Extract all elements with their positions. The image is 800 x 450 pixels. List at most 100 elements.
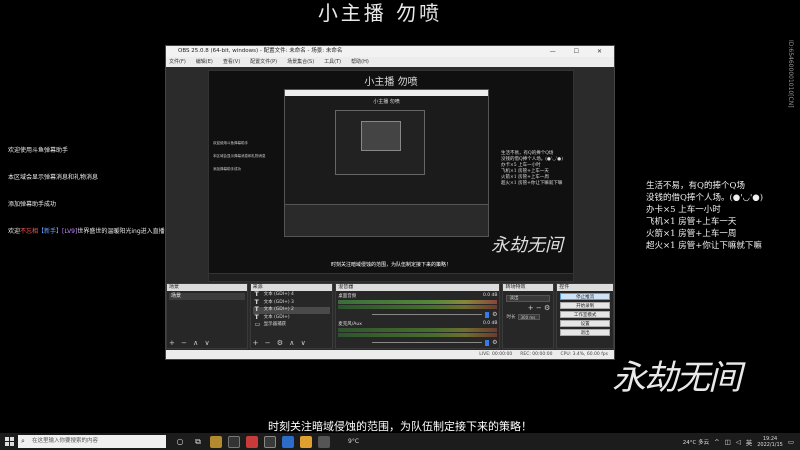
exit-button[interactable]: 退出 (560, 329, 610, 336)
preview-rules: 生活不易，有Q的捧个Q场 没钱的借Q捧个人场。(●'◡'●) 办卡×5 上车一小… (501, 151, 563, 187)
rule-line: 飞机×1 房管+上车一天 (646, 217, 737, 227)
language-indicator[interactable]: 英 (746, 437, 753, 447)
menu-edit[interactable]: 编辑(E) (196, 57, 213, 67)
chat-username: 不忘相 (20, 228, 39, 235)
speaker-icon[interactable] (485, 311, 490, 318)
system-tray: 24°C 多云 ^ ◫ ◁ 英 19:24 2022/1/15 ▭ (683, 436, 800, 448)
app-icon[interactable] (264, 435, 276, 448)
rule-line: 火箭×1 房管+上车一周 (646, 229, 737, 239)
track-db: 0.0 dB (482, 293, 498, 298)
mixer-dock: 混音器 桌面音频 0.0 dB ⚙ 麦克风/Aux 0.0 dB ⚙ (335, 283, 501, 349)
gear-icon[interactable]: ⚙ (492, 311, 497, 318)
volume-meter (338, 300, 498, 304)
source-label: 文本 (GDI+) (263, 314, 290, 320)
live-timer: LIVE: 00:00:00 (479, 352, 513, 357)
obs-docks: 场景 场景 + − ∧ ∨ 来源 T 文本 (GDI+) 4 T 文本 (GDI+)… (166, 283, 614, 349)
sources-dock: 来源 T 文本 (GDI+) 4 T 文本 (GDI+) 3 T 文本 (GDI+) … (249, 283, 334, 349)
menu-file[interactable]: 文件(F) (169, 57, 186, 67)
preview-taskbar (209, 273, 573, 281)
search-placeholder: 在这里输入你要搜索的内容 (32, 438, 99, 444)
scenes-toolbar[interactable]: + − ∧ ∨ (169, 339, 212, 347)
scene-item[interactable]: 场景 (169, 293, 245, 300)
preview-subtitle: 时刻关注暗域侵蚀的范围，为队伍制定接下来的策略！ (330, 262, 451, 268)
source-item[interactable]: ▭ 显示器捕获 (253, 321, 331, 329)
app-icon[interactable] (246, 435, 258, 448)
track-name: 麦克风/Aux (338, 322, 362, 327)
window-controls[interactable]: — ☐ ✕ (550, 46, 610, 57)
source-item[interactable]: T 文本 (GDI+) (253, 314, 331, 322)
taskbar-weather[interactable]: 9°C (348, 438, 359, 445)
menu-view[interactable]: 查看(V) (223, 57, 240, 67)
menu-scene-collection[interactable]: 场景集合(S) (287, 57, 314, 67)
volume-meter (338, 328, 498, 332)
tray-weather[interactable]: 24°C 多云 (683, 438, 709, 446)
volume-slider[interactable] (372, 314, 483, 315)
preview-game-logo: 永劫无间 (491, 235, 563, 256)
taskbar-clock[interactable]: 19:24 2022/1/15 (757, 436, 783, 448)
obs-app-icon[interactable] (228, 435, 240, 448)
app-icon[interactable] (282, 435, 294, 448)
app-icon[interactable] (210, 435, 222, 448)
start-recording-button[interactable]: 开始录制 (560, 302, 610, 309)
menu-profile[interactable]: 配置文件(P) (250, 57, 277, 67)
transition-select[interactable]: 淡出 (506, 295, 551, 302)
app-icon[interactable] (300, 435, 312, 448)
menu-tools[interactable]: 工具(T) (324, 57, 341, 67)
danmaku-chat: 欢迎使用斗鱼弹幕助手 本区域会显示弹幕消息和礼物消息 添加弹幕助手成功 欢迎不忘… (8, 145, 171, 253)
mixer-header: 混音器 (336, 284, 500, 291)
chat-welcome-text: 欢迎 (8, 228, 21, 235)
volume-slider[interactable] (372, 342, 483, 343)
chat-message: 添加弹幕助手成功 (8, 201, 57, 208)
sources-toolbar[interactable]: + − ⚙ ∧ ∨ (253, 339, 308, 347)
source-item[interactable]: T 文本 (GDI+) 3 (253, 299, 331, 307)
volume-icon[interactable]: ◁ (736, 438, 741, 446)
text-source-icon: T (254, 291, 259, 298)
stop-streaming-button[interactable]: 停止推流 (560, 293, 610, 300)
stream-rules: 生活不易，有Q的捧个Q场 没钱的借Q捧个人场。(●'◡'●) 办卡×5 上车一小… (646, 180, 800, 252)
menu-help[interactable]: 帮助(H) (351, 57, 369, 67)
chat-badge: 【新手】 (38, 228, 63, 235)
gear-icon[interactable]: ⚙ (492, 339, 497, 346)
cpu-fps: CPU: 3.4%, 60.00 fps (560, 352, 609, 357)
transition-toolbar[interactable]: + − ⚙ (506, 304, 550, 312)
monitor-capture-icon: ▭ (254, 321, 261, 328)
obs-menubar: 文件(F) 编辑(E) 查看(V) 配置文件(P) 场景集合(S) 工具(T) … (166, 57, 614, 67)
preview-rule-line: 超火×1 房管+你让下嘛就下嘛 (501, 181, 563, 186)
task-view-icon[interactable]: ⧉ (192, 436, 204, 448)
sources-header: 来源 (250, 284, 333, 291)
windows-logo-icon (4, 437, 14, 446)
source-item[interactable]: T 文本 (GDI+) 2 (252, 306, 331, 314)
chevron-up-icon[interactable]: ^ (714, 438, 719, 446)
controls-dock: 控件 停止推流 开始录制 工作室模式 设置 退出 (556, 283, 614, 349)
network-icon[interactable]: ◫ (725, 438, 731, 446)
source-item[interactable]: T 文本 (GDI+) 4 (253, 291, 331, 299)
obs-statusbar: LIVE: 00:00:00 REC: 00:00:00 CPU: 3.4%, … (166, 350, 614, 359)
duration-input[interactable]: 300 ms (518, 314, 541, 320)
obs-titlebar[interactable]: OBS 25.0.8 (64-bit, windows) - 配置文件: 未命名… (166, 46, 614, 57)
obs-window[interactable]: OBS 25.0.8 (64-bit, windows) - 配置文件: 未命名… (165, 45, 615, 360)
studio-mode-button[interactable]: 工作室模式 (560, 311, 610, 318)
rule-line: 办卡×5 上车一小时 (646, 205, 721, 215)
preview-chat-line: 本区域会显示弹幕消息和礼物消息 (213, 154, 266, 158)
app-icon[interactable] (318, 435, 330, 448)
search-icon: ⌕ (21, 437, 25, 445)
nested-preview-inner-2 (361, 121, 401, 151)
cortana-icon[interactable]: ○ (174, 436, 186, 448)
nested-docks (285, 204, 488, 236)
taskbar-search[interactable]: ⌕ 在这里输入你要搜索的内容 (18, 435, 166, 448)
rule-line: 超火×1 房管+你让下嘛就下嘛 (646, 241, 762, 251)
start-button[interactable] (0, 433, 18, 450)
obs-preview[interactable]: 小主播 勿喷 欢迎使用斗鱼弹幕助手 本区域会显示弹幕消息和礼物消息 添加弹幕助手… (208, 70, 574, 282)
volume-meter (338, 305, 498, 309)
stream-title: 小主播 勿喷 (317, 1, 443, 25)
windows-taskbar: ⌕ 在这里输入你要搜索的内容 ○ ⧉ 9°C 24°C 多云 ^ ◫ ◁ 英 1… (0, 433, 800, 450)
settings-button[interactable]: 设置 (560, 320, 610, 327)
source-label: 文本 (GDI+) 2 (263, 307, 294, 312)
room-id-label: ID:654600001010[CN] (787, 40, 794, 108)
mixer-track: 桌面音频 0.0 dB ⚙ (338, 293, 498, 318)
speaker-icon[interactable] (485, 339, 490, 346)
notification-icon[interactable]: ▭ (788, 438, 794, 446)
chat-message: 欢迎使用斗鱼弹幕助手 (8, 147, 69, 154)
obs-window-title: OBS 25.0.8 (64-bit, windows) - 配置文件: 未命名… (178, 48, 343, 54)
transitions-header: 转场特效 (503, 284, 554, 291)
